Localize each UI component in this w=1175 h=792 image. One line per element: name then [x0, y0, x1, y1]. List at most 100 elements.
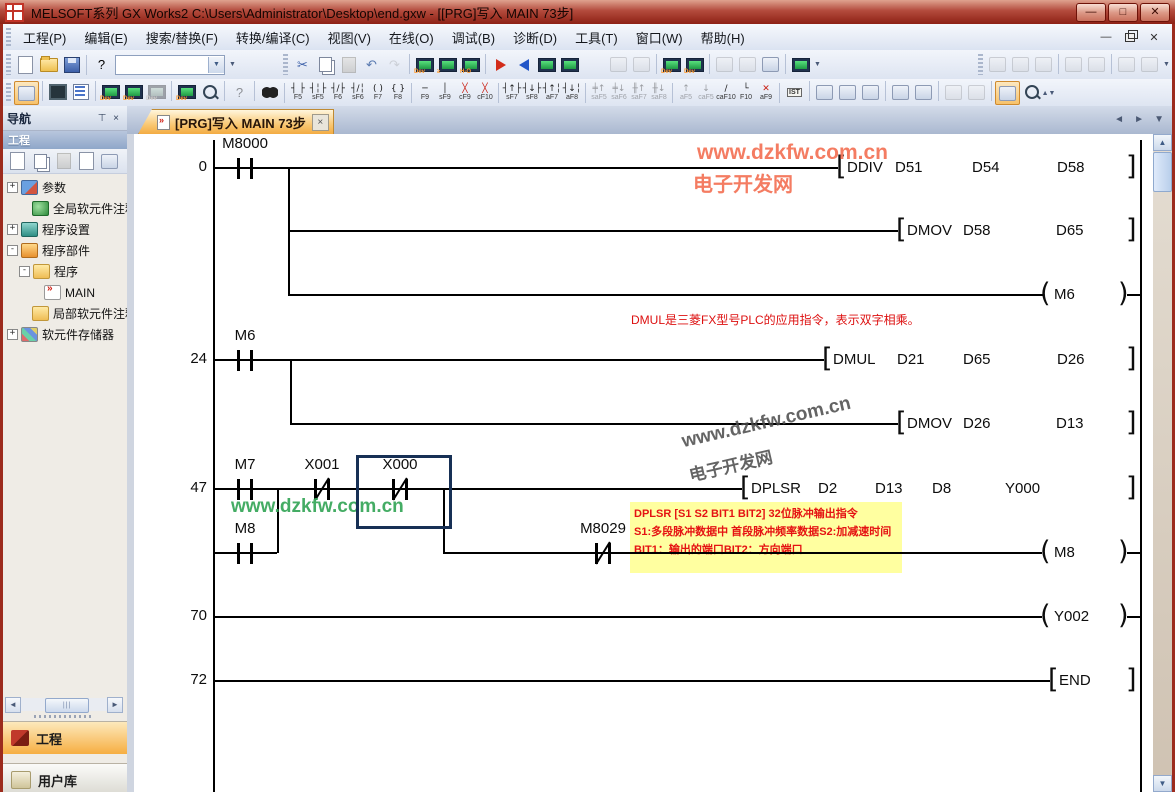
scroll-left-icon[interactable]: ◄ — [5, 697, 21, 713]
instruction-DPLSR[interactable]: DPLSR — [751, 479, 801, 499]
nav-tab-userlib[interactable]: 用户库 — [3, 763, 127, 792]
menu-item[interactable]: 窗口(W) — [627, 25, 692, 50]
scroll-thumb[interactable]: ||| — [45, 698, 89, 713]
device-label[interactable]: M8000 — [200, 135, 290, 152]
scroll-track[interactable]: ||| — [21, 698, 107, 711]
menu-item[interactable]: 工具(T) — [566, 25, 627, 50]
operand-Y000[interactable]: Y000 — [1005, 479, 1040, 499]
monitor-stop-button[interactable]: H-O — [459, 54, 482, 76]
ladder-symbol-F10-button[interactable]: └F10 — [736, 81, 756, 105]
new-data-button[interactable] — [6, 150, 29, 172]
comment-display-button[interactable] — [995, 81, 1020, 105]
function-block-button[interactable] — [46, 81, 69, 103]
instruction-END[interactable]: END — [1059, 671, 1091, 691]
maximize-button[interactable]: □ — [1108, 3, 1138, 22]
ladder-symbol-F8-button[interactable]: { }F8 — [388, 81, 408, 105]
toolbar-overflow-icon[interactable]: ▼ — [1161, 61, 1172, 68]
ladder-symbol-cF9-button[interactable]: ╳cF9 — [455, 81, 475, 105]
coil-M6[interactable]: M6 — [1054, 285, 1075, 305]
coil-M8[interactable]: M8 — [1054, 543, 1075, 563]
operand-D65[interactable]: D65 — [1056, 221, 1084, 241]
tree-expander-icon[interactable]: + — [7, 329, 18, 340]
device-label[interactable]: M8029 — [558, 520, 648, 537]
nav-horizontal-scrollbar[interactable]: ◄ ||| ► — [5, 697, 123, 712]
ladder-symbol-aF7-button[interactable]: ┤↑╎aF7 — [542, 81, 562, 105]
nav-tab-project[interactable]: 工程 — [3, 721, 127, 754]
cut-button[interactable]: ✂ — [291, 54, 314, 76]
operand-D26[interactable]: D26 — [963, 414, 991, 434]
panel-splitter[interactable] — [5, 713, 123, 720]
ladder-symbol-sF9-button[interactable]: │sF9 — [435, 81, 455, 105]
monitor-watch-button[interactable] — [558, 54, 581, 76]
ladder-symbol-F5-button[interactable]: ┤ ├F5 — [288, 81, 308, 105]
save-project-button[interactable] — [60, 54, 83, 76]
instruction-DMOV[interactable]: DMOV — [907, 414, 952, 434]
ladder-symbol-caF10-button[interactable]: /caF10 — [716, 81, 736, 105]
coil-Y002[interactable]: Y002 — [1054, 607, 1089, 627]
open-project-button[interactable] — [37, 54, 60, 76]
refresh-button[interactable] — [98, 150, 121, 172]
tree-expander-icon[interactable]: - — [7, 245, 18, 256]
monitor-mode-button[interactable]: Dev — [413, 54, 436, 76]
ladder-symbol-F9-button[interactable]: ─F9 — [415, 81, 435, 105]
remote-operation-button[interactable] — [789, 54, 812, 76]
monitor-write-mode-button[interactable]: ≥ — [436, 54, 459, 76]
ladder-symbol-F7-button[interactable]: ( )F7 — [368, 81, 388, 105]
operand-D65[interactable]: D65 — [963, 350, 991, 370]
operand-D54[interactable]: D54 — [972, 158, 1000, 178]
tree-expander-icon[interactable]: + — [7, 182, 18, 193]
device-display-button[interactable]: Dev — [175, 81, 198, 103]
device-label[interactable]: M6 — [200, 327, 290, 344]
copy-button[interactable] — [314, 54, 337, 76]
edit-line-button[interactable] — [813, 81, 836, 103]
menu-item[interactable]: 在线(O) — [380, 25, 443, 50]
instruction-DMUL[interactable]: DMUL — [833, 350, 876, 370]
navigation-window-button[interactable] — [14, 81, 39, 105]
device-display-2-button[interactable]: Dev — [683, 54, 706, 76]
tree-item-MAIN[interactable]: MAIN — [3, 282, 127, 303]
copy-data-button[interactable] — [29, 150, 52, 172]
tab-close-icon[interactable]: × — [312, 114, 329, 131]
read-from-plc-button[interactable] — [512, 54, 535, 76]
help-button[interactable]: ? — [90, 54, 113, 76]
device-comment-list-button[interactable]: Dev — [99, 81, 122, 103]
ladder-symbol-aF8-button[interactable]: ┤↓╎aF8 — [562, 81, 582, 105]
delete-line-button[interactable] — [836, 81, 859, 103]
tree-item-全局软元件注释[interactable]: 全局软元件注释 — [3, 198, 127, 219]
contact-M8[interactable] — [237, 543, 240, 564]
pin-icon[interactable]: ⊤ — [95, 113, 109, 124]
menu-item[interactable]: 诊断(D) — [504, 25, 566, 50]
scroll-right-icon[interactable]: ► — [107, 697, 123, 713]
tree-item-软元件存储器[interactable]: +软元件存储器 — [3, 324, 127, 345]
operand-D8[interactable]: D8 — [932, 479, 951, 499]
toolbar-overflow-icon[interactable]: ▼ — [812, 61, 823, 68]
combobox-arrow-icon[interactable]: ▼ — [208, 57, 224, 73]
ist-instruction-button[interactable]: IST — [783, 81, 806, 103]
scroll-down-icon[interactable]: ▼ — [1153, 775, 1172, 792]
contact-M8000[interactable] — [250, 158, 253, 179]
statement-jump-button[interactable] — [759, 54, 782, 76]
contact-M8000[interactable] — [237, 158, 240, 179]
menu-item[interactable]: 编辑(E) — [75, 25, 136, 50]
operand-D51[interactable]: D51 — [895, 158, 923, 178]
data-property-button[interactable] — [75, 150, 98, 172]
minimize-button[interactable]: — — [1076, 3, 1106, 22]
find-binoculars-button[interactable] — [258, 81, 281, 103]
ladder-symbol-sF7-button[interactable]: ┤↑├sF7 — [502, 81, 522, 105]
tree-item-程序设置[interactable]: +程序设置 — [3, 219, 127, 240]
device-display-1-button[interactable]: Dev — [660, 54, 683, 76]
project-combobox[interactable]: ▼ — [115, 55, 225, 75]
ladder-symbol-aF9-button[interactable]: ✕aF9 — [756, 81, 776, 105]
device-use-list-button[interactable]: Dev — [122, 81, 145, 103]
contact-M6[interactable] — [250, 350, 253, 371]
verify-with-plc-button[interactable] — [535, 54, 558, 76]
menu-item[interactable]: 转换/编译(C) — [227, 25, 319, 50]
statement-edit-button[interactable] — [912, 81, 935, 103]
ladder-symbol-F6-button[interactable]: ┤/├F6 — [328, 81, 348, 105]
panel-close-icon[interactable]: × — [109, 113, 123, 124]
tree-expander-icon[interactable]: - — [19, 266, 30, 277]
tree-item-局部软元件注释[interactable]: 局部软元件注释 — [3, 303, 127, 324]
ladder-symbol-cF10-button[interactable]: ╳cF10 — [475, 81, 495, 105]
tab-scroll-left-icon[interactable]: ◄ — [1114, 114, 1124, 125]
ladder-symbol-sF5-button[interactable]: ┤╎├sF5 — [308, 81, 328, 105]
